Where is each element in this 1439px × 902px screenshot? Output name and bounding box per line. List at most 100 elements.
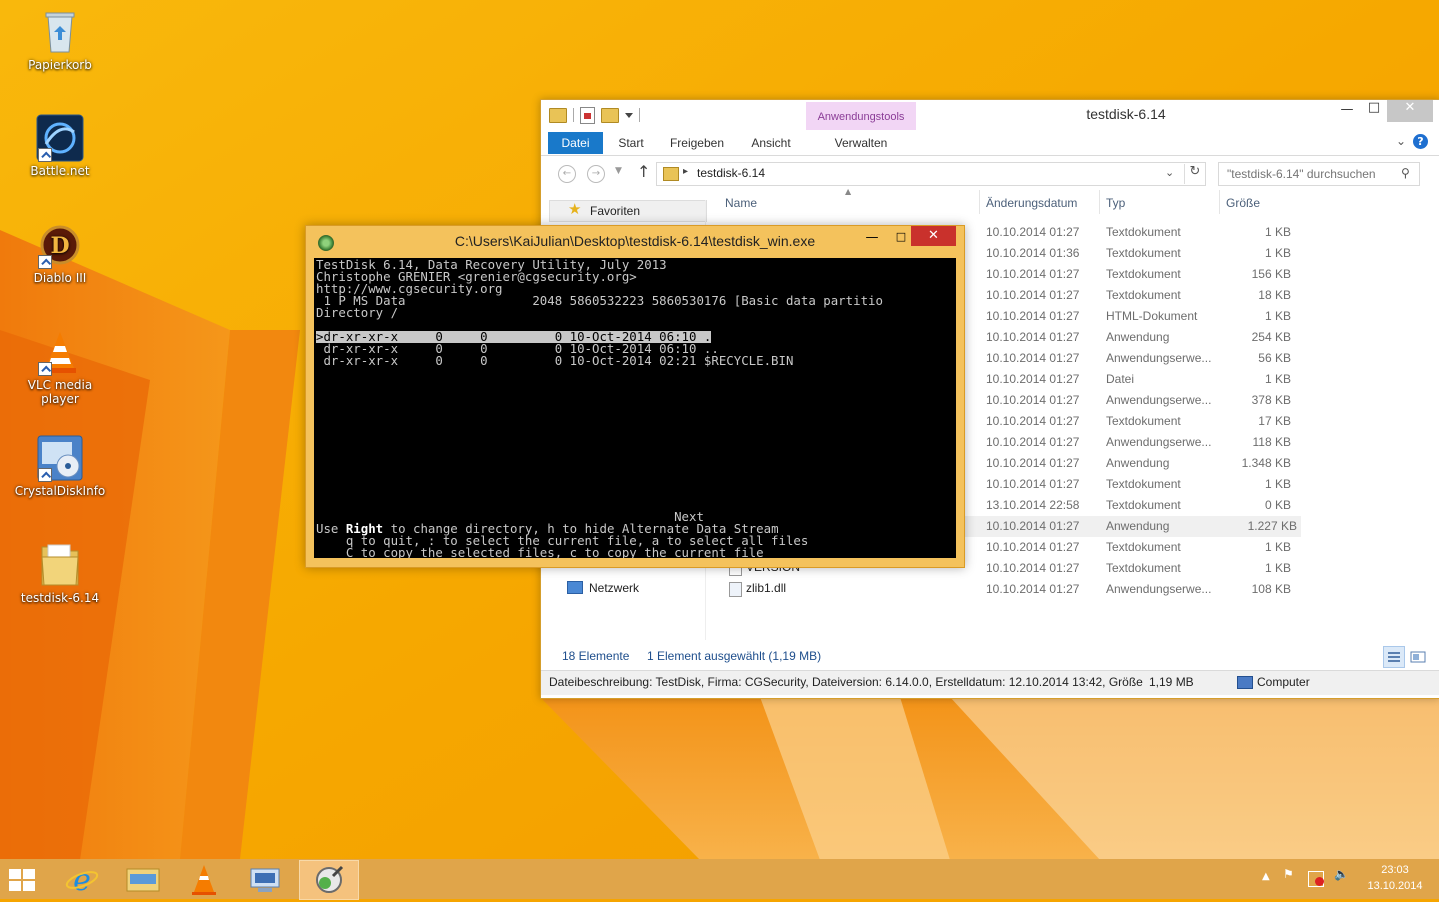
console-screen[interactable]: TestDisk 6.14, Data Recovery Utility, Ju… xyxy=(314,258,956,558)
column-separator[interactable] xyxy=(979,190,980,214)
desktop-icon-battlenet[interactable]: Battle.net xyxy=(8,114,112,178)
file-size: 1.348 KB xyxy=(1241,456,1291,470)
file-name-zlib[interactable]: zlib1.dll xyxy=(746,581,786,595)
file-type: Textdokument xyxy=(1106,561,1181,575)
quick-access-toolbar xyxy=(549,106,640,124)
table-row[interactable]: 10.10.2014 01:27 Anwendungserwe... 378 KB xyxy=(971,390,1301,411)
clock-time: 23:03 xyxy=(1381,864,1409,876)
taskbar: e ▲ ⚑ 🔈 23:03 13.10.2014 xyxy=(0,859,1439,900)
column-header-date[interactable]: Änderungsdatum xyxy=(986,196,1077,210)
desktop-icon-vlc[interactable]: VLC media player xyxy=(8,328,112,406)
table-row[interactable]: 10.10.2014 01:27 Datei 1 KB xyxy=(971,369,1301,390)
column-header-size[interactable]: Größe xyxy=(1226,196,1260,210)
table-row[interactable]: 10.10.2014 01:27 Anwendung 1.227 KB xyxy=(965,516,1301,537)
taskbar-vlc[interactable] xyxy=(175,860,233,898)
console-titlebar[interactable]: C:\Users\KaiJulian\Desktop\testdisk-6.14… xyxy=(306,226,964,256)
column-separator[interactable] xyxy=(1219,190,1220,214)
desktop-icon-label: Battle.net xyxy=(30,164,90,178)
taskbar-file-explorer[interactable] xyxy=(114,860,172,898)
table-row[interactable]: 10.10.2014 01:27 Textdokument 1 KB xyxy=(971,537,1301,558)
column-separator[interactable] xyxy=(1099,190,1100,214)
customize-dropdown-icon[interactable] xyxy=(625,112,633,118)
taskbar-internet-explorer[interactable]: e xyxy=(53,860,111,898)
table-row[interactable]: 10.10.2014 01:27 Anwendung 1.348 KB xyxy=(971,453,1301,474)
action-center-flag-icon[interactable]: ⚑ xyxy=(1283,867,1294,881)
maximize-button[interactable]: □ xyxy=(1364,100,1384,122)
testdisk-console-window[interactable]: C:\Users\KaiJulian\Desktop\testdisk-6.14… xyxy=(305,225,965,568)
table-row[interactable]: 10.10.2014 01:27 Textdokument 1 KB xyxy=(971,474,1301,495)
close-button[interactable]: ✕ xyxy=(911,226,956,246)
help-icon[interactable]: ? xyxy=(1413,134,1428,149)
shortcut-arrow-icon xyxy=(38,255,52,269)
table-row[interactable]: 10.10.2014 01:27 Textdokument 1 KB xyxy=(971,222,1301,243)
table-row[interactable]: 10.10.2014 01:36 Textdokument 1 KB xyxy=(971,243,1301,264)
address-dropdown-icon[interactable]: ⌄ xyxy=(1165,166,1174,179)
large-icons-view-button[interactable] xyxy=(1407,646,1429,668)
forward-arrow-icon[interactable]: → xyxy=(587,165,605,183)
window-title: testdisk-6.14 xyxy=(1086,106,1166,122)
taskbar-testdisk[interactable] xyxy=(299,860,359,900)
system-clock[interactable]: 23:03 13.10.2014 xyxy=(1360,862,1430,894)
search-icon[interactable]: ⚲ xyxy=(1401,166,1410,180)
file-size: 1 KB xyxy=(1264,225,1291,239)
search-box[interactable]: ⚲ xyxy=(1218,162,1420,186)
table-row[interactable]: 10.10.2014 01:27 HTML-Dokument 1 KB xyxy=(971,306,1301,327)
properties-icon[interactable] xyxy=(580,106,595,124)
file-type: Anwendung xyxy=(1106,330,1170,344)
taskbar-network-app[interactable] xyxy=(236,860,294,898)
table-row[interactable]: 10.10.2014 01:27 Textdokument 156 KB xyxy=(971,264,1301,285)
close-button[interactable]: ✕ xyxy=(1387,100,1433,122)
sort-indicator-icon: ▲ xyxy=(845,187,852,196)
table-row[interactable]: 10.10.2014 01:27 Anwendungserwe... 56 KB xyxy=(971,348,1301,369)
column-header-name[interactable]: Name xyxy=(725,196,757,210)
table-row[interactable]: 10.10.2014 01:27 Textdokument 18 KB xyxy=(971,285,1301,306)
nav-favorites[interactable]: ★ Favoriten xyxy=(549,200,707,222)
show-hidden-icons[interactable]: ▲ xyxy=(1262,871,1270,882)
desktop-icon-papierkorb[interactable]: Papierkorb xyxy=(8,8,112,72)
file-size: 1 KB xyxy=(1264,540,1291,554)
desktop-icon-crystaldiskinfo[interactable]: CrystalDiskInfo xyxy=(8,434,112,498)
file-type: HTML-Dokument xyxy=(1106,309,1198,323)
desktop-icon-testdisk-folder[interactable]: testdisk-6.14 xyxy=(8,541,112,605)
breadcrumb-chevron-icon: ▸ xyxy=(683,166,689,177)
volume-icon[interactable]: 🔈 xyxy=(1334,867,1349,881)
console-entry[interactable]: dr-xr-xr-x 0 0 0 10-Oct-2014 02:21 $RECY… xyxy=(316,354,793,367)
table-row[interactable]: 13.10.2014 22:58 Textdokument 0 KB xyxy=(971,495,1301,516)
search-input[interactable] xyxy=(1225,165,1399,183)
refresh-icon[interactable]: ↻ xyxy=(1184,164,1205,184)
details-bar: Dateibeschreibung: TestDisk, Firma: CGSe… xyxy=(541,670,1439,695)
address-bar[interactable]: ▸ testdisk-6.14 ⌄ ↻ xyxy=(656,162,1206,186)
back-arrow-icon[interactable]: ← xyxy=(558,165,576,183)
table-row[interactable]: 10.10.2014 01:27 Anwendungserwe... 108 KB xyxy=(971,579,1301,600)
breadcrumb-testdisk[interactable]: testdisk-6.14 xyxy=(697,166,765,180)
tab-freigeben[interactable]: Freigeben xyxy=(667,132,727,154)
file-date: 10.10.2014 01:27 xyxy=(986,456,1080,470)
file-type: Textdokument xyxy=(1106,414,1181,428)
up-arrow-icon[interactable]: ↑ xyxy=(637,162,650,181)
table-row[interactable]: 10.10.2014 01:27 Textdokument 1 KB xyxy=(971,558,1301,579)
new-folder-icon[interactable] xyxy=(601,107,619,123)
minimize-button[interactable]: — xyxy=(1337,102,1357,124)
tab-datei[interactable]: Datei xyxy=(548,132,603,154)
network-status-icon[interactable] xyxy=(1308,871,1324,887)
maximize-button[interactable]: □ xyxy=(891,230,911,250)
column-header-type[interactable]: Typ xyxy=(1106,196,1125,210)
table-row[interactable]: 10.10.2014 01:27 Textdokument 17 KB xyxy=(971,411,1301,432)
table-row[interactable]: 10.10.2014 01:27 Anwendungserwe... 118 KB xyxy=(971,432,1301,453)
tab-ansicht[interactable]: Ansicht xyxy=(747,132,795,154)
details-view-button[interactable] xyxy=(1383,646,1405,668)
start-button[interactable] xyxy=(9,869,37,891)
explorer-titlebar[interactable]: Anwendungstools testdisk-6.14 — □ ✕ xyxy=(541,100,1439,130)
recent-locations-dropdown-icon[interactable]: ▼ xyxy=(615,166,622,176)
tab-start[interactable]: Start xyxy=(613,132,649,154)
minimize-button[interactable]: — xyxy=(862,230,882,250)
file-size: 1 KB xyxy=(1264,561,1291,575)
tab-verwalten[interactable]: Verwalten xyxy=(829,132,893,154)
nav-network[interactable]: Netzwerk xyxy=(549,578,639,598)
desktop-icon-diablo[interactable]: D Diablo III xyxy=(8,221,112,285)
toolbar-separator xyxy=(639,108,640,122)
expand-ribbon-icon[interactable]: ⌄ xyxy=(1396,134,1406,148)
file-date: 10.10.2014 01:27 xyxy=(986,267,1080,281)
svg-text:D: D xyxy=(50,233,69,259)
table-row[interactable]: 10.10.2014 01:27 Anwendung 254 KB xyxy=(971,327,1301,348)
